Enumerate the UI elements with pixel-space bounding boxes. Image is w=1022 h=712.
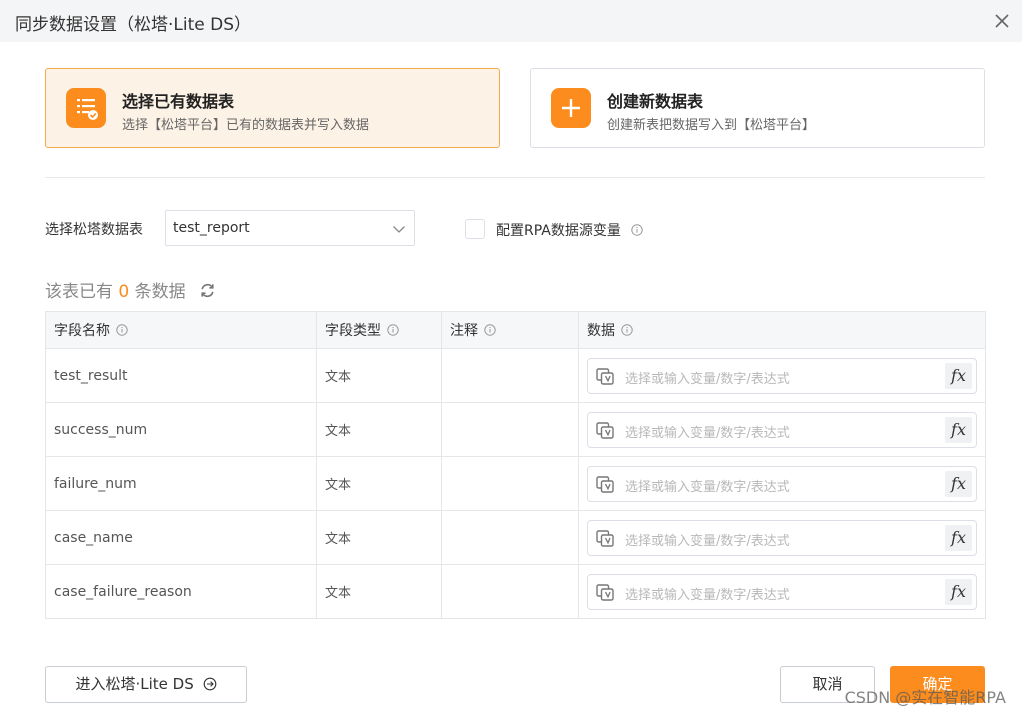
table-row: case_failure_reason 文本 选择或输入变量/数字/表达式 fx	[45, 564, 986, 619]
table-select-value: test_report	[173, 220, 250, 236]
fx-button[interactable]: fx	[945, 362, 972, 389]
chevron-down-icon	[393, 226, 405, 233]
field-data-cell: 选择或输入变量/数字/表达式 fx	[578, 564, 986, 619]
expression-placeholder: 选择或输入变量/数字/表达式	[625, 425, 790, 441]
expression-placeholder: 选择或输入变量/数字/表达式	[625, 533, 790, 549]
info-icon[interactable]	[387, 324, 399, 336]
table-row: success_num 文本 选择或输入变量/数字/表达式 fx	[45, 402, 986, 457]
record-count-suffix: 条数据	[134, 282, 186, 302]
expression-input[interactable]: 选择或输入变量/数字/表达式 fx	[587, 573, 977, 610]
variable-icon[interactable]	[596, 421, 614, 439]
divider	[45, 177, 985, 178]
field-data-cell: 选择或输入变量/数字/表达式 fx	[578, 456, 986, 511]
expression-input[interactable]: 选择或输入变量/数字/表达式 fx	[587, 519, 977, 556]
field-data-cell: 选择或输入变量/数字/表达式 fx	[578, 348, 986, 403]
field-name-cell: test_result	[45, 348, 317, 403]
list-check-icon	[66, 88, 106, 128]
variable-icon[interactable]	[596, 583, 614, 601]
field-type-cell: 文本	[316, 510, 442, 565]
field-type-cell: 文本	[316, 402, 442, 457]
card-select-existing-table[interactable]: 选择已有数据表 选择【松塔平台】已有的数据表并写入数据	[45, 68, 500, 148]
field-type-cell: 文本	[316, 456, 442, 511]
table-select-dropdown[interactable]: test_report	[165, 210, 415, 246]
fx-button[interactable]: fx	[945, 470, 972, 497]
table-select-label: 选择松塔数据表	[45, 222, 143, 238]
record-count-prefix: 该表已有	[45, 282, 113, 302]
card-title: 选择已有数据表	[122, 92, 235, 111]
field-comment-cell	[441, 510, 579, 565]
fields-table: 字段名称 字段类型 注释 数据 test_result 文本 选择或输入变量/数字/…	[45, 311, 986, 619]
table-row: failure_num 文本 选择或输入变量/数字/表达式 fx	[45, 456, 986, 511]
expression-input[interactable]: 选择或输入变量/数字/表达式 fx	[587, 465, 977, 502]
field-comment-cell	[441, 456, 579, 511]
info-icon[interactable]	[631, 224, 644, 236]
field-data-cell: 选择或输入变量/数字/表达式 fx	[578, 510, 986, 565]
arrow-right-circle-icon	[203, 677, 216, 691]
fx-button[interactable]: fx	[945, 524, 972, 551]
header-field-name: 字段名称	[45, 311, 317, 349]
field-name-cell: failure_num	[45, 456, 317, 511]
table-header-row: 字段名称 字段类型 注释 数据	[45, 311, 986, 349]
rpa-checkbox-label: 配置RPA数据源变量	[496, 223, 621, 239]
header-field-type: 字段类型	[316, 311, 442, 349]
field-type-cell: 文本	[316, 348, 442, 403]
field-name-cell: case_name	[45, 510, 317, 565]
record-count: 该表已有 0 条数据	[45, 277, 216, 302]
card-description: 选择【松塔平台】已有的数据表并写入数据	[122, 118, 370, 133]
field-name-cell: success_num	[45, 402, 317, 457]
fx-button[interactable]: fx	[945, 578, 972, 605]
dialog-title: 同步数据设置（松塔·Lite DS）	[15, 15, 252, 35]
field-comment-cell	[441, 402, 579, 457]
fx-button[interactable]: fx	[945, 416, 972, 443]
field-comment-cell	[441, 348, 579, 403]
info-icon[interactable]	[621, 324, 633, 336]
watermark: CSDN @实在智能RPA	[844, 688, 1006, 707]
info-icon[interactable]	[116, 324, 128, 336]
enter-lite-ds-label: 进入松塔·Lite DS	[75, 675, 194, 693]
rpa-checkbox-label-wrap: 配置RPA数据源变量	[496, 220, 644, 240]
expression-placeholder: 选择或输入变量/数字/表达式	[625, 587, 790, 603]
card-create-new-table[interactable]: 创建新数据表 创建新表把数据写入到【松塔平台】	[530, 68, 985, 148]
dialog-titlebar: 同步数据设置（松塔·Lite DS）	[0, 0, 1022, 42]
variable-icon[interactable]	[596, 529, 614, 547]
expression-input[interactable]: 选择或输入变量/数字/表达式 fx	[587, 357, 977, 394]
header-data: 数据	[578, 311, 986, 349]
rpa-variable-checkbox[interactable]	[465, 219, 485, 239]
expression-placeholder: 选择或输入变量/数字/表达式	[625, 371, 790, 387]
refresh-icon[interactable]	[199, 282, 216, 299]
table-row: test_result 文本 选择或输入变量/数字/表达式 fx	[45, 348, 986, 403]
field-data-cell: 选择或输入变量/数字/表达式 fx	[578, 402, 986, 457]
card-title: 创建新数据表	[607, 92, 704, 111]
close-icon[interactable]	[990, 9, 1014, 33]
field-type-cell: 文本	[316, 564, 442, 619]
info-icon[interactable]	[484, 324, 496, 336]
card-description: 创建新表把数据写入到【松塔平台】	[607, 118, 816, 133]
field-name-cell: case_failure_reason	[45, 564, 317, 619]
expression-placeholder: 选择或输入变量/数字/表达式	[625, 479, 790, 495]
record-count-number: 0	[118, 282, 130, 302]
variable-icon[interactable]	[596, 475, 614, 493]
plus-icon	[551, 88, 591, 128]
expression-input[interactable]: 选择或输入变量/数字/表达式 fx	[587, 411, 977, 448]
header-comment: 注释	[441, 311, 579, 349]
enter-lite-ds-button[interactable]: 进入松塔·Lite DS	[45, 666, 247, 703]
table-row: case_name 文本 选择或输入变量/数字/表达式 fx	[45, 510, 986, 565]
variable-icon[interactable]	[596, 367, 614, 385]
field-comment-cell	[441, 564, 579, 619]
